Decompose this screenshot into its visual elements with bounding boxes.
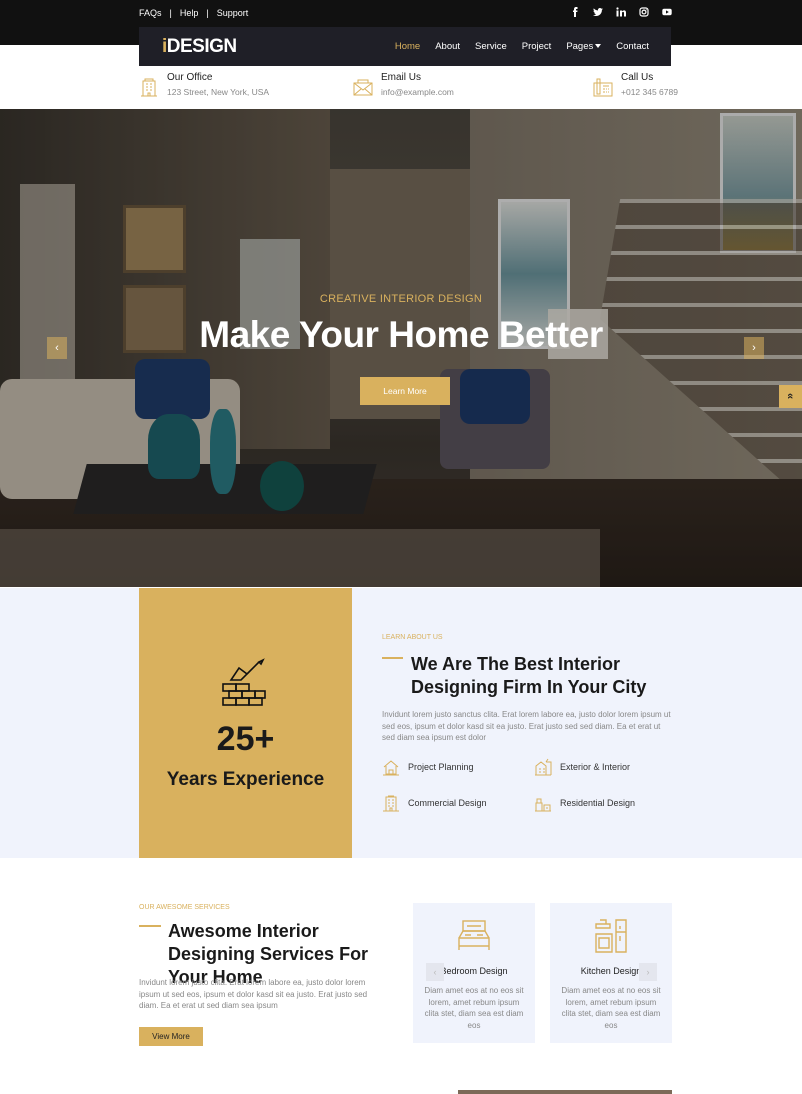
services-kicker: OUR AWESOME SERVICES <box>139 904 230 911</box>
feature-exterior-interior: Exterior & Interior <box>534 758 630 776</box>
separator: | <box>169 8 172 18</box>
feature-label: Commercial Design <box>408 798 487 808</box>
house-plan-icon <box>383 760 399 776</box>
residential-house-icon <box>535 798 551 812</box>
logo-text: DESIGN <box>166 36 237 57</box>
info-title: Our Office <box>167 72 213 83</box>
envelope-icon <box>353 79 373 96</box>
nav-item-about[interactable]: About <box>435 41 460 52</box>
linkedin-icon[interactable] <box>616 7 626 17</box>
experience-box: 25+ Years Experience <box>139 588 352 858</box>
feature-residential-design: Residential Design <box>534 794 635 812</box>
info-title: Call Us <box>621 72 654 83</box>
kitchen-icon <box>595 919 627 953</box>
chevron-down-icon <box>595 44 602 49</box>
chevron-left-icon: ‹ <box>433 967 437 977</box>
nav-item-pages-label: Pages <box>566 41 594 52</box>
carousel-prev-button[interactable]: ‹ <box>47 337 67 359</box>
learn-more-button[interactable]: Learn More <box>360 377 450 405</box>
bed-icon <box>458 920 490 950</box>
nav-item-home[interactable]: Home <box>395 41 420 52</box>
view-more-button[interactable]: View More <box>139 1027 203 1046</box>
next-section-image-edge <box>458 1090 672 1094</box>
hero-kicker: CREATIVE INTERIOR DESIGN <box>319 293 483 305</box>
separator: | <box>206 8 209 18</box>
feature-label: Exterior & Interior <box>560 762 631 772</box>
info-title: Email Us <box>381 72 422 83</box>
feature-label: Project Planning <box>408 762 474 772</box>
help-link[interactable]: Help <box>180 8 199 18</box>
instagram-icon[interactable] <box>639 7 649 17</box>
building-crane-icon <box>535 758 552 776</box>
info-value: 123 Street, New York, USA <box>167 87 270 97</box>
office-building-icon <box>383 795 399 812</box>
title-accent-line <box>382 657 403 659</box>
experience-label: Years Experience <box>166 769 325 790</box>
carousel-next-button[interactable]: › <box>744 337 764 359</box>
about-title: We Are The Best Interior Designing Firm … <box>411 654 647 697</box>
info-value[interactable]: +012 345 6789 <box>621 87 678 97</box>
brick-trowel-icon <box>222 658 266 706</box>
feature-commercial-design: Commercial Design <box>382 794 487 812</box>
nav-item-pages[interactable]: Pages <box>566 41 602 52</box>
chevron-left-icon: ‹ <box>55 342 59 354</box>
services-prev-button[interactable]: ‹ <box>426 963 444 981</box>
main-navbar: iDESIGN Home About Service Project Pages… <box>139 27 671 66</box>
feature-project-planning: Project Planning <box>382 758 474 776</box>
services-next-button[interactable]: › <box>639 963 657 981</box>
chevron-right-icon: › <box>646 967 650 977</box>
twitter-icon[interactable] <box>593 7 603 17</box>
nav-item-project[interactable]: Project <box>522 41 552 52</box>
building-icon <box>141 78 157 97</box>
hero-carousel: CREATIVE INTERIOR DESIGN Make Your Home … <box>0 109 802 587</box>
info-call: Call Us +012 345 6789 <box>593 72 678 104</box>
feature-label: Residential Design <box>560 798 636 808</box>
title-accent-line <box>139 925 161 927</box>
double-chevron-up-icon: « <box>784 392 797 400</box>
info-email: Email Us info@example.com <box>353 72 454 104</box>
nav-menu: Home About Service Project Pages Contact <box>395 41 649 52</box>
info-value[interactable]: info@example.com <box>381 87 454 97</box>
chevron-right-icon: › <box>752 342 756 354</box>
youtube-icon[interactable] <box>662 7 672 17</box>
nav-item-contact[interactable]: Contact <box>616 41 649 52</box>
services-text: Invidunt lorem justo clita. Erat lorem l… <box>139 978 368 1010</box>
about-text: Invidunt lorem justo sanctus clita. Erat… <box>382 710 671 742</box>
hero-title: Make Your Home Better <box>199 314 603 355</box>
phone-icon <box>593 78 613 97</box>
facebook-icon[interactable] <box>570 7 580 17</box>
social-links <box>570 7 672 17</box>
info-office: Our Office 123 Street, New York, USA <box>139 72 269 104</box>
logo[interactable]: iDESIGN <box>162 36 237 58</box>
support-link[interactable]: Support <box>217 8 249 18</box>
nav-item-service[interactable]: Service <box>475 41 507 52</box>
service-card-text: Diam amet eos at no eos sit lorem, amet … <box>561 986 661 1030</box>
service-card-text: Diam amet eos at no eos sit lorem, amet … <box>424 986 524 1030</box>
back-to-top-button[interactable]: « <box>779 385 802 408</box>
top-links: FAQs | Help | Support <box>139 8 248 18</box>
experience-number: 25+ <box>216 720 275 758</box>
about-kicker: LEARN ABOUT US <box>382 634 443 641</box>
faqs-link[interactable]: FAQs <box>139 8 162 18</box>
